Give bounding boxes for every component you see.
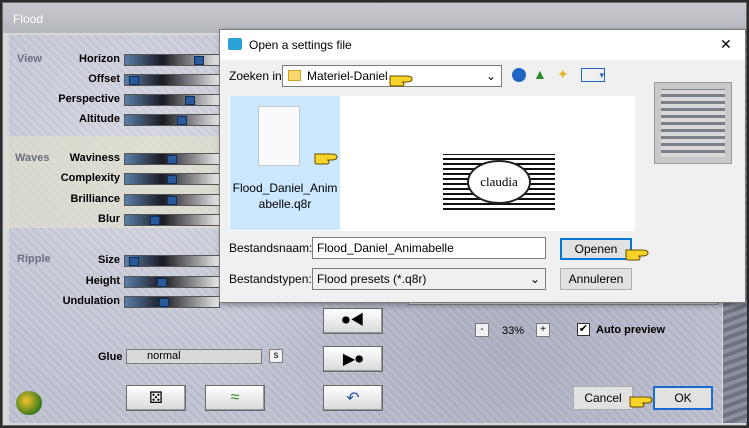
slider-thumb[interactable]	[129, 257, 139, 266]
slider-brilliance[interactable]	[124, 194, 220, 206]
pointing-hand-icon	[625, 249, 649, 261]
param-label-complexity: Complexity	[60, 172, 120, 184]
forward-icon: ▶⏺	[342, 351, 364, 368]
param-label-height: Height	[85, 275, 120, 287]
slider-thumb[interactable]	[167, 175, 177, 184]
flood-title: Flood	[13, 12, 44, 26]
slider-offset[interactable]	[124, 74, 220, 86]
zoom-value: 33%	[502, 325, 525, 337]
slider-thumb[interactable]	[167, 196, 177, 205]
slider-thumb[interactable]	[159, 298, 169, 307]
new-folder-icon[interactable]: ✦	[557, 66, 572, 82]
chevron-down-icon: ⌄	[485, 69, 496, 83]
param-label-perspective: Perspective	[58, 93, 120, 105]
wave-button[interactable]: ≈	[205, 385, 265, 411]
param-label-altitude: Altitude	[79, 113, 120, 125]
filetype-label: Bestandstypen:	[229, 272, 312, 286]
slider-waviness[interactable]	[124, 153, 220, 165]
slider-size[interactable]	[124, 255, 220, 267]
param-label-undulation: Undulation	[62, 295, 120, 307]
param-label-brilliance: Brilliance	[70, 193, 120, 205]
look-in-label: Zoeken in:	[229, 69, 286, 83]
look-in-value: Materiel-Daniel	[307, 69, 388, 83]
slider-thumb[interactable]	[185, 96, 195, 105]
auto-preview-label: Auto preview	[596, 324, 666, 336]
rewind-icon: ⏺◀	[341, 312, 365, 329]
dialog-close-icon[interactable]: ✕	[720, 36, 732, 53]
open-button[interactable]: Openen	[560, 238, 632, 260]
slider-perspective[interactable]	[124, 94, 220, 106]
param-label-horizon: Horizon	[79, 53, 120, 65]
dice-icon: ⚄	[149, 390, 163, 407]
undo-icon: ↶	[346, 390, 360, 407]
file-list: Flood_Daniel_Animabelle.q8r claudia	[229, 96, 635, 231]
glue-label: Glue	[98, 351, 123, 363]
thumbnail-image	[661, 89, 725, 157]
pointing-hand-icon	[389, 75, 413, 87]
slider-height[interactable]	[124, 276, 220, 288]
slider-thumb[interactable]	[194, 56, 204, 65]
slider-thumb[interactable]	[129, 76, 139, 85]
filename-input[interactable]: Flood_Daniel_Animabelle	[312, 237, 546, 259]
param-label-blur: Blur	[98, 213, 120, 225]
view-menu-icon[interactable]: ▾	[581, 68, 605, 82]
filetype-select[interactable]: Flood presets (*.q8r) ⌄	[312, 268, 546, 290]
back-icon[interactable]	[512, 68, 526, 82]
filename-label: Bestandsnaam:	[229, 241, 313, 255]
thumbnail-frame	[654, 82, 732, 164]
flood-cancel-button[interactable]: Cancel	[573, 386, 633, 410]
undo-button[interactable]: ↶	[323, 385, 383, 411]
auto-preview-checkbox[interactable]: ✔	[577, 323, 590, 336]
slider-undulation[interactable]	[124, 296, 220, 308]
zoom-in-button[interactable]: +	[536, 323, 550, 337]
zoom-out-button[interactable]: -	[475, 323, 489, 337]
open-settings-dialog: Open a settings file ✕ Zoeken in: Materi…	[219, 29, 746, 303]
filetype-value: Flood presets (*.q8r)	[317, 272, 427, 286]
wave-icon: ≈	[230, 389, 240, 406]
param-label-size: Size	[97, 254, 120, 266]
flood-logo-icon	[16, 391, 42, 415]
slider-blur[interactable]	[124, 214, 220, 226]
chevron-down-icon: ⌄	[529, 272, 540, 286]
preview-logo: claudia	[467, 160, 531, 204]
slider-altitude[interactable]	[124, 114, 220, 126]
folder-icon	[288, 70, 301, 81]
random-dice-button[interactable]: ⚄	[126, 385, 186, 411]
dialog-title: Open a settings file	[249, 38, 352, 52]
pointing-hand-icon	[314, 153, 338, 165]
pointing-hand-icon	[629, 396, 653, 408]
file-icon	[258, 106, 300, 166]
slider-thumb[interactable]	[150, 216, 160, 225]
param-label-offset: Offset	[88, 73, 120, 85]
slider-thumb[interactable]	[177, 116, 187, 125]
play-forward-button[interactable]: ▶⏺	[323, 346, 383, 372]
slider-thumb[interactable]	[167, 155, 177, 164]
flood-ok-button[interactable]: OK	[653, 386, 713, 410]
slider-thumb[interactable]	[157, 278, 167, 287]
glue-s-button[interactable]: s	[269, 349, 283, 363]
file-name: Flood_Daniel_Animabelle.q8r	[232, 181, 338, 211]
slider-horizon[interactable]	[124, 54, 220, 66]
glue-select[interactable]: normal	[126, 349, 262, 364]
slider-complexity[interactable]	[124, 173, 220, 185]
camera-icon	[228, 38, 242, 50]
cancel-button[interactable]: Annuleren	[560, 268, 632, 290]
up-folder-icon[interactable]: ▲	[533, 66, 547, 82]
play-back-button[interactable]: ⏺◀	[323, 308, 383, 334]
dialog-titlebar: Open a settings file ✕	[220, 30, 745, 60]
param-label-waviness: Waviness	[69, 152, 120, 164]
